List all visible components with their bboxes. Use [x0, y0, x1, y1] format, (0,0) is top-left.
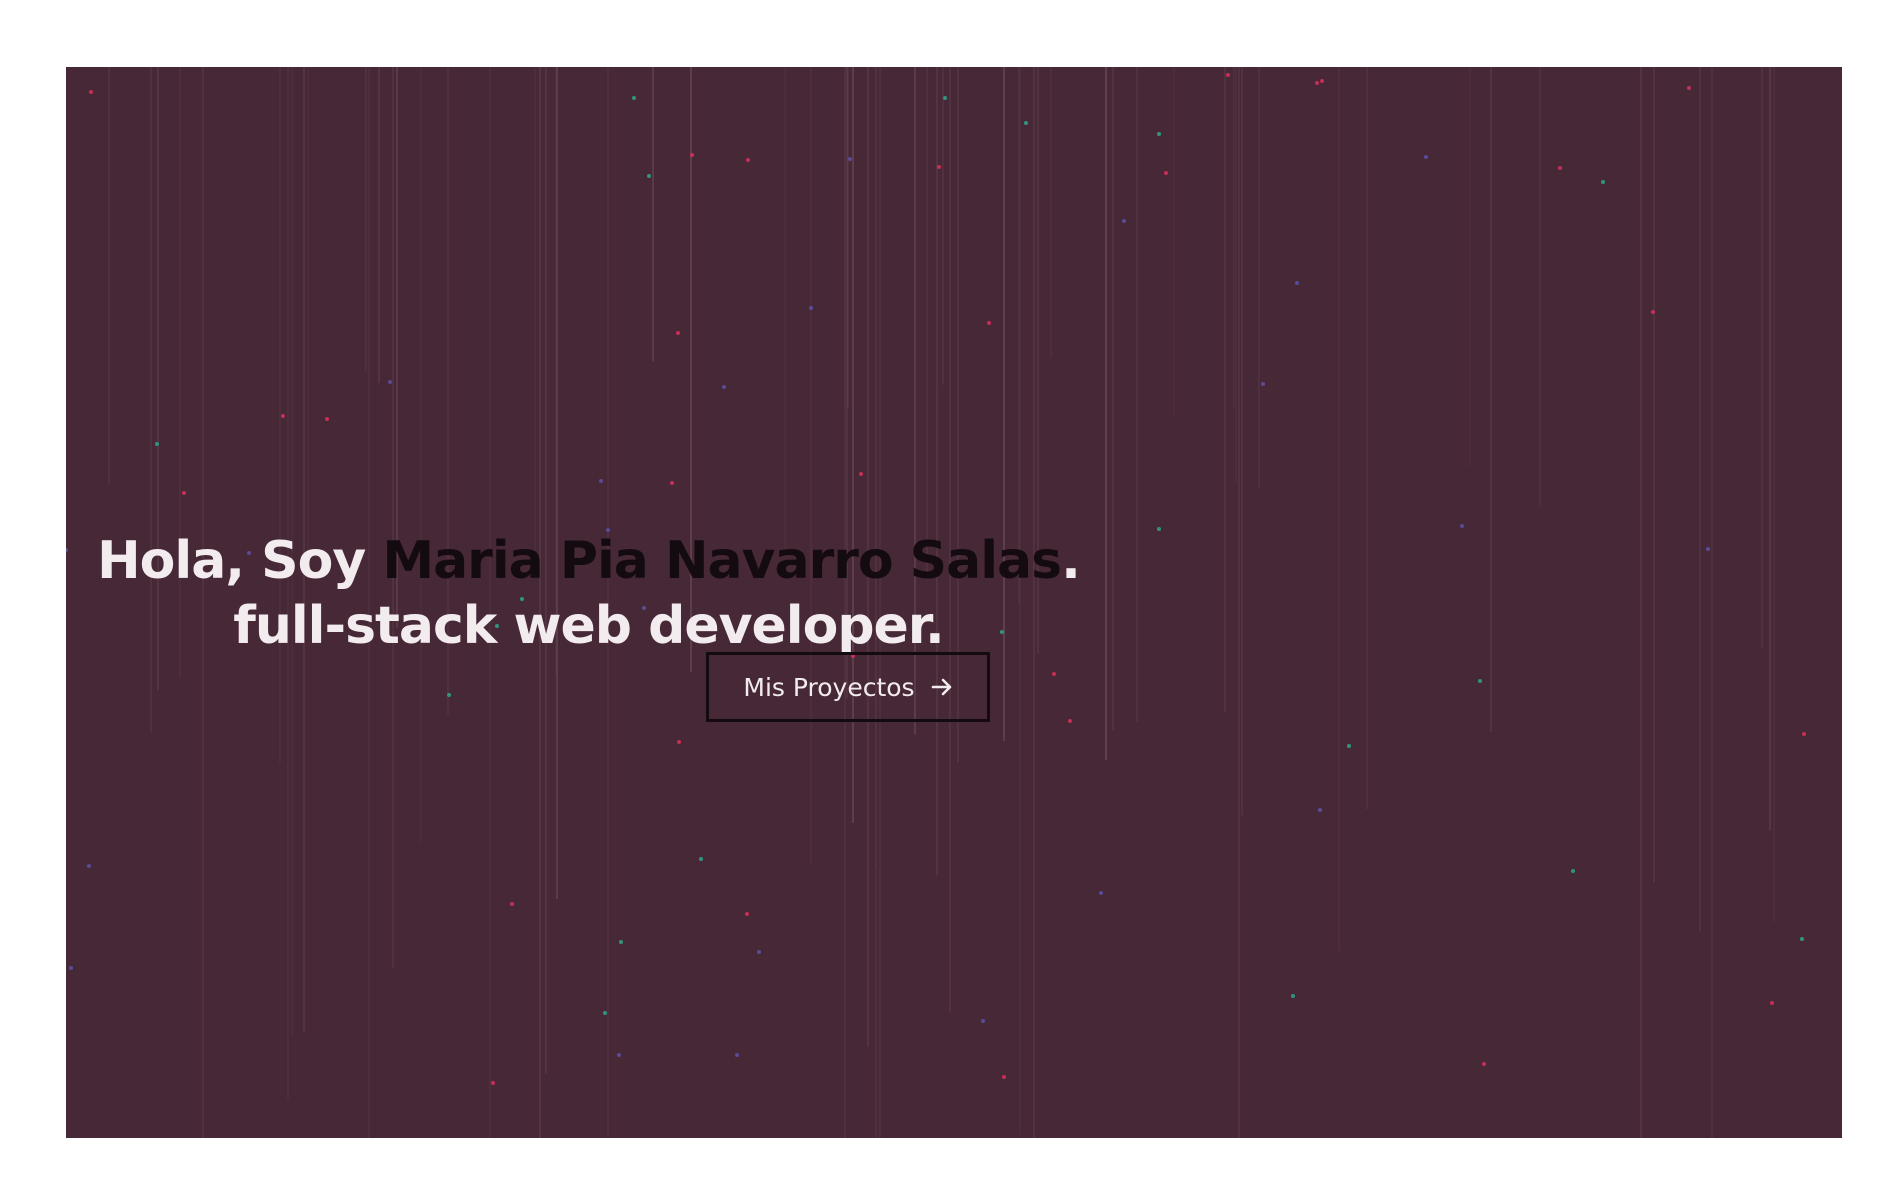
rain-dot — [987, 321, 991, 325]
rain-dot — [677, 740, 681, 744]
hero-section: Hola, Soy Maria Pia Navarro Salas. full-… — [66, 67, 1842, 1138]
rain-dot — [1802, 732, 1806, 736]
rain-dot — [1122, 219, 1126, 223]
role-text: full-stack web developer. — [233, 595, 945, 656]
rain-dot — [670, 481, 674, 485]
arrow-right-icon — [931, 677, 953, 697]
rain-dot — [447, 693, 451, 697]
rain-dot — [182, 491, 186, 495]
rain-dot — [603, 1011, 607, 1015]
rain-dot — [325, 417, 329, 421]
rain-dot — [809, 306, 813, 310]
rain-dot — [1157, 132, 1161, 136]
rain-dot — [757, 950, 761, 954]
rain-dot — [1706, 547, 1710, 551]
greeting-period: . — [1061, 530, 1081, 591]
rain-dot — [510, 902, 514, 906]
rain-dot — [937, 165, 941, 169]
rain-dot — [1291, 994, 1295, 998]
projects-button[interactable]: Mis Proyectos — [706, 652, 990, 722]
rain-dot — [1002, 1075, 1006, 1079]
rain-dot — [981, 1019, 985, 1023]
greeting-text: Hola, Soy — [97, 530, 383, 591]
rain-dot — [619, 940, 623, 944]
rain-dot — [859, 472, 863, 476]
rain-dot — [1687, 86, 1691, 90]
rain-dot — [735, 1053, 739, 1057]
rain-dot — [155, 442, 159, 446]
rain-dot — [1226, 73, 1230, 77]
rain-dot — [943, 96, 947, 100]
rain-dot — [1261, 382, 1265, 386]
rain-dot — [746, 158, 750, 162]
headline-line-1: Hola, Soy Maria Pia Navarro Salas. — [66, 529, 1111, 594]
projects-button-label: Mis Proyectos — [743, 672, 915, 702]
rain-dot — [89, 90, 93, 94]
rain-dot — [1601, 180, 1605, 184]
rain-dot — [1164, 171, 1168, 175]
rain-dot — [1347, 744, 1351, 748]
rain-dot — [699, 857, 703, 861]
rain-dot — [599, 479, 603, 483]
rain-dot — [1318, 808, 1322, 812]
rain-dot — [1482, 1062, 1486, 1066]
rain-dot — [690, 153, 694, 157]
rain-dot — [1478, 679, 1482, 683]
hero-headline: Hola, Soy Maria Pia Navarro Salas. full-… — [66, 529, 1111, 659]
rain-dot — [1558, 166, 1562, 170]
developer-name: Maria Pia Navarro Salas — [382, 530, 1062, 591]
rain-dot — [1068, 719, 1072, 723]
rain-dot — [1651, 310, 1655, 314]
rain-dot — [1099, 891, 1103, 895]
rain-dot — [1157, 527, 1161, 531]
rain-dot — [1320, 79, 1324, 83]
rain-dot — [491, 1081, 495, 1085]
rain-dot — [1770, 1001, 1774, 1005]
rain-dot — [617, 1053, 621, 1057]
rain-dot — [848, 157, 852, 161]
rain-dot — [281, 414, 285, 418]
rain-dot — [69, 966, 73, 970]
rain-dot — [1024, 121, 1028, 125]
rain-dot — [1315, 81, 1319, 85]
rain-dot — [1571, 869, 1575, 873]
rain-dot — [87, 864, 91, 868]
rain-dot — [676, 331, 680, 335]
rain-dot — [1295, 281, 1299, 285]
rain-dot — [722, 385, 726, 389]
rain-dot — [388, 380, 392, 384]
rain-dot — [647, 174, 651, 178]
rain-dot — [1424, 155, 1428, 159]
rain-dot — [632, 96, 636, 100]
rain-dot — [745, 912, 749, 916]
rain-dot — [1800, 937, 1804, 941]
rain-dot — [1052, 672, 1056, 676]
rain-dot — [1460, 524, 1464, 528]
